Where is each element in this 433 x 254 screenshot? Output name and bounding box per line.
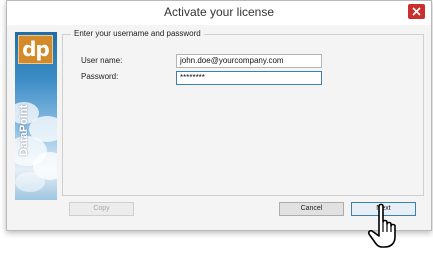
close-icon: [412, 7, 421, 16]
username-label: User name:: [81, 56, 123, 65]
cancel-button[interactable]: Cancel: [279, 202, 344, 216]
datapoint-logo-text: DataPoint: [18, 104, 30, 156]
copy-button[interactable]: Copy: [69, 202, 134, 216]
password-label: Password:: [81, 72, 119, 81]
brand-sidebar: dp DataPoint: [15, 32, 57, 200]
title-bar: Activate your license: [7, 1, 431, 25]
username-field[interactable]: john.doe@yourcompany.com: [176, 54, 322, 68]
activation-dialog: Activate your license dp DataPoint Enter…: [6, 0, 432, 231]
password-field[interactable]: ********: [176, 71, 322, 85]
datapoint-logo: dp: [18, 35, 53, 64]
group-title: Enter your username and password: [71, 29, 204, 38]
window-title: Activate your license: [163, 5, 275, 19]
hand-pointer-icon: [368, 203, 396, 248]
close-button[interactable]: [408, 4, 425, 19]
